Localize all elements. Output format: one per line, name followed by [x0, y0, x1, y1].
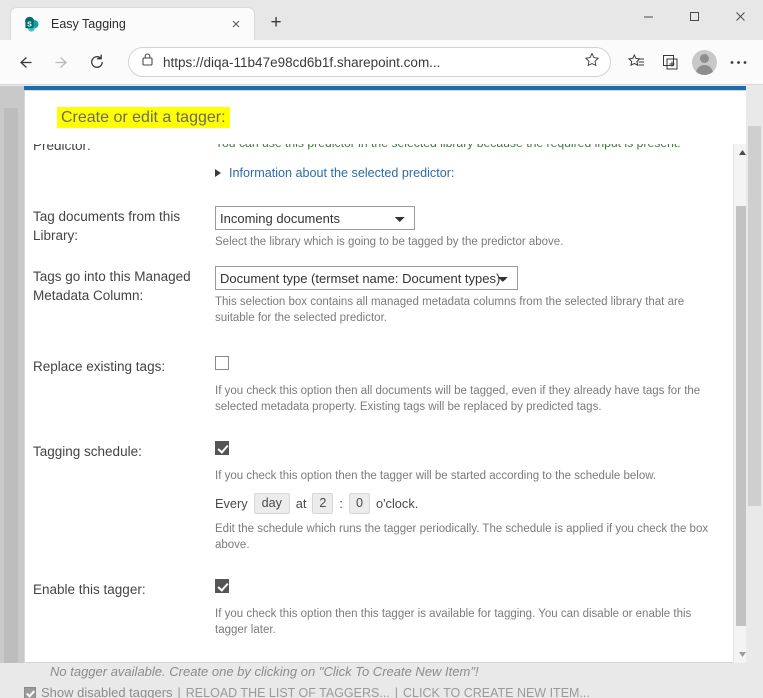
tab-strip: S Easy Tagging × +	[0, 0, 291, 40]
replace-tags-row: Replace existing tags: If you check this…	[33, 356, 730, 415]
schedule-hour-input[interactable]: 2	[312, 493, 333, 514]
enable-tagger-field: If you check this option then this tagge…	[215, 579, 730, 638]
new-tab-button[interactable]: +	[261, 8, 291, 38]
library-field: Incoming documents Select the library wh…	[215, 206, 730, 250]
replace-tags-hint: If you check this option then all docume…	[215, 383, 720, 415]
maximize-button[interactable]	[671, 0, 717, 32]
replace-tags-checkbox[interactable]	[215, 356, 229, 370]
star-add-icon[interactable]	[584, 52, 600, 73]
schedule-colon: :	[339, 496, 343, 511]
library-row: Tag documents from this Library: Incomin…	[33, 206, 730, 250]
page-scrollbar-thumb[interactable]	[748, 126, 761, 506]
more-options-icon[interactable]	[721, 45, 755, 79]
predictor-label: Predictor:	[33, 144, 215, 155]
enable-tagger-hint: If you check this option then this tagge…	[215, 606, 710, 638]
page-viewport: No tagger available. Create one by click…	[0, 86, 763, 698]
browser-window: S Easy Tagging × +	[0, 0, 763, 698]
library-select[interactable]: Incoming documents	[215, 206, 415, 230]
predictor-info-disclosure[interactable]: Information about the selected predictor…	[215, 166, 730, 180]
page-left-gutter	[0, 86, 24, 698]
schedule-every-label: Every	[215, 496, 248, 511]
reload-taggers-link[interactable]: RELOAD THE LIST OF TAGGERS...	[186, 686, 390, 698]
enable-tagger-checkbox[interactable]	[215, 579, 229, 593]
back-button[interactable]	[8, 45, 42, 79]
library-hint: Select the library which is going to be …	[215, 234, 730, 250]
show-disabled-taggers-checkbox[interactable]	[24, 687, 36, 698]
metadata-column-row: Tags go into this Managed Metadata Colum…	[33, 266, 730, 326]
dialog-form-scroll-area: Predictor: You can use this predictor in…	[25, 144, 753, 663]
metadata-column-label: Tags go into this Managed Metadata Colum…	[33, 266, 215, 305]
predictor-field: You can use this predictor in the select…	[215, 144, 730, 180]
predictor-status-message: You can use this predictor in the select…	[215, 144, 730, 152]
show-disabled-taggers-label: Show disabled taggers	[41, 685, 173, 698]
tagging-schedule-hint: If you check this option then the tagger…	[215, 468, 730, 484]
favorites-list-icon[interactable]	[619, 45, 653, 79]
schedule-oclock-label: o'clock.	[376, 496, 418, 511]
sharepoint-logo-icon: S	[23, 15, 41, 33]
forward-button[interactable]	[44, 45, 78, 79]
svg-text:S: S	[27, 21, 32, 28]
tagging-schedule-row: Tagging schedule: If you check this opti…	[33, 441, 730, 553]
replace-tags-label: Replace existing tags:	[33, 356, 215, 376]
browser-titlebar: S Easy Tagging × +	[0, 0, 763, 40]
url-text: https://diqa-11b47e98cd6b1f.sharepoint.c…	[163, 55, 578, 70]
page-gutter-track	[4, 108, 18, 678]
address-bar[interactable]: https://diqa-11b47e98cd6b1f.sharepoint.c…	[128, 47, 611, 77]
no-tagger-notice: No tagger available. Create one by click…	[50, 664, 479, 679]
minimize-button[interactable]	[625, 0, 671, 32]
tagging-schedule-label: Tagging schedule:	[33, 441, 215, 461]
background-page-controls: Show disabled taggers | RELOAD THE LIST …	[24, 685, 590, 698]
profile-avatar-icon[interactable]	[687, 45, 721, 79]
schedule-minute-input[interactable]: 0	[349, 493, 370, 514]
replace-tags-field: If you check this option then all docume…	[215, 356, 730, 415]
tagging-schedule-checkbox[interactable]	[215, 441, 229, 455]
metadata-column-field: Document type (termset name: Document ty…	[215, 266, 730, 326]
background-page-strip: No tagger available. Create one by click…	[0, 663, 763, 698]
separator-2: |	[395, 686, 398, 698]
tab-title: Easy Tagging	[51, 17, 226, 31]
avatar	[692, 50, 717, 75]
tab-close-icon[interactable]: ×	[226, 14, 246, 34]
tagger-form: Predictor: You can use this predictor in…	[25, 144, 730, 663]
enable-tagger-row: Enable this tagger: If you check this op…	[33, 579, 730, 638]
schedule-editor: Every day at 2 : 0 o'clock.	[215, 493, 730, 514]
window-controls	[625, 0, 763, 32]
metadata-column-hint: This selection box contains all managed …	[215, 294, 720, 326]
tagging-schedule-hint-2: Edit the schedule which runs the tagger …	[215, 521, 720, 553]
refresh-button[interactable]	[80, 45, 114, 79]
collections-icon[interactable]	[653, 45, 687, 79]
browser-toolbar: https://diqa-11b47e98cd6b1f.sharepoint.c…	[0, 40, 763, 85]
chevron-right-icon	[215, 169, 221, 177]
predictor-row: Predictor: You can use this predictor in…	[33, 144, 730, 180]
tagging-schedule-field: If you check this option then the tagger…	[215, 441, 730, 553]
lock-icon	[141, 52, 154, 72]
schedule-at-label: at	[296, 496, 307, 511]
create-new-item-link[interactable]: CLICK TO CREATE NEW ITEM...	[403, 686, 590, 698]
close-button[interactable]	[717, 0, 763, 32]
separator-1: |	[178, 686, 181, 698]
metadata-column-select[interactable]: Document type (termset name: Document ty…	[215, 266, 518, 290]
predictor-info-link[interactable]: Information about the selected predictor…	[229, 166, 454, 180]
page-scrollbar[interactable]	[746, 86, 763, 698]
enable-tagger-label: Enable this tagger:	[33, 579, 215, 599]
schedule-interval-input[interactable]: day	[254, 493, 290, 514]
dialog-title: Create or edit a tagger:	[57, 107, 230, 128]
tagger-dialog: Create or edit a tagger: Predictor: You …	[24, 90, 752, 663]
library-label: Tag documents from this Library:	[33, 206, 215, 245]
browser-tab[interactable]: S Easy Tagging ×	[10, 7, 255, 40]
